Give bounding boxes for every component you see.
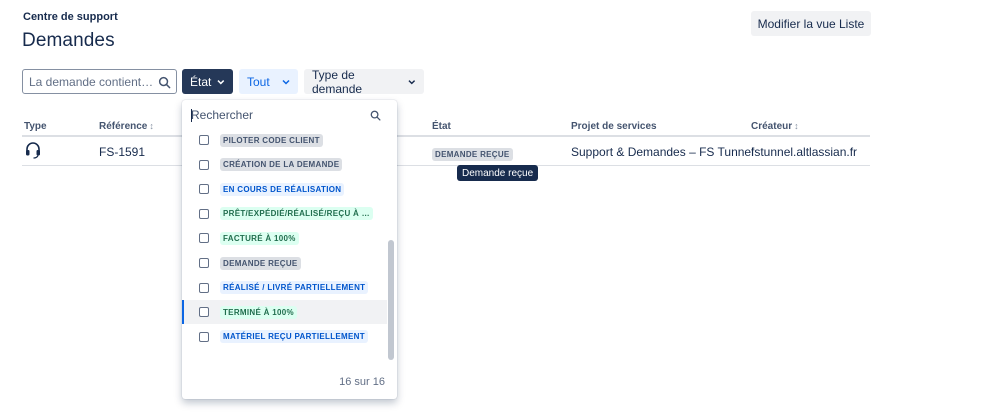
column-header-reference-label: Référence <box>99 121 148 132</box>
request-type-filter-button[interactable]: Type de demande <box>304 67 424 96</box>
table-header: Type Référence ↕ État Projet de services … <box>22 120 870 137</box>
column-header-reference[interactable]: Référence ↕ <box>99 121 154 132</box>
status-option-lozenge: MATÉRIEL REÇU PARTIELLEMENT <box>220 330 368 344</box>
cell-projet: Support & Demandes – FS Tunnel <box>571 145 754 159</box>
status-option[interactable]: PILOTER CODE CLIENT <box>182 128 387 152</box>
status-badge: DEMANDE REÇUE <box>432 146 513 161</box>
status-option[interactable]: CRÉATION DE LA DEMANDE <box>182 153 387 177</box>
status-option-lozenge: PRÊT/EXPÉDIÉ/RÉALISÉ/REÇU À … <box>220 207 373 221</box>
search-icon <box>158 76 171 89</box>
status-option-checkbox[interactable] <box>199 184 209 195</box>
status-option-checkbox[interactable] <box>199 282 209 293</box>
tout-filter-label: Tout <box>247 74 270 89</box>
status-option[interactable]: RÉALISÉ / LIVRÉ PARTIELLEMENT <box>182 276 387 300</box>
text-caret <box>191 109 192 122</box>
status-option-checkbox[interactable] <box>199 307 209 318</box>
cell-createur: fstunnel.altlassian.fr <box>751 145 858 159</box>
status-tooltip: Demande reçue <box>457 165 539 181</box>
request-search-box[interactable] <box>22 69 177 94</box>
column-header-etat: État <box>432 121 451 132</box>
status-option-lozenge: CRÉATION DE LA DEMANDE <box>220 158 343 172</box>
column-header-projet: Projet de services <box>571 121 657 132</box>
status-option-checkbox[interactable] <box>199 208 209 219</box>
status-option-lozenge: PILOTER CODE CLIENT <box>220 133 323 147</box>
status-option[interactable]: FACTURÉ À 100% <box>182 226 387 250</box>
request-search-input[interactable] <box>29 74 154 89</box>
column-header-createur[interactable]: Créateur ↕ <box>751 121 799 132</box>
sort-icon: ↕ <box>794 121 799 131</box>
etat-filter-dropdown: PILOTER CODE CLIENT CRÉATION DE LA DEMAND… <box>182 100 397 399</box>
status-option[interactable]: TERMINÉ À 100% <box>182 300 387 325</box>
sort-icon: ↕ <box>149 121 154 131</box>
cell-reference[interactable]: FS-1591 <box>99 145 145 159</box>
tout-filter-button[interactable]: Tout <box>239 69 298 94</box>
edit-list-view-button[interactable]: Modifier la vue Liste <box>751 11 871 36</box>
status-option-checkbox[interactable] <box>199 135 209 145</box>
etat-filter-label: État <box>190 74 212 89</box>
chevron-down-icon <box>282 79 290 85</box>
status-option[interactable]: DEMANDE REÇUE <box>182 251 387 275</box>
status-option[interactable]: PRÊT/EXPÉDIÉ/RÉALISÉ/REÇU À … <box>182 202 387 226</box>
status-option-checkbox[interactable] <box>199 233 209 244</box>
status-option-checkbox[interactable] <box>199 159 209 170</box>
table-row[interactable]: FS-1591 DEMANDE REÇUE Support & Demandes… <box>22 137 870 166</box>
dropdown-scrollbar[interactable] <box>388 240 394 360</box>
dropdown-search[interactable] <box>182 100 397 130</box>
status-option[interactable]: MATÉRIEL REÇU PARTIELLEMENT <box>182 325 387 349</box>
status-option-lozenge: DEMANDE REÇUE <box>220 256 301 270</box>
search-icon <box>370 110 381 121</box>
column-header-type: Type <box>24 121 47 132</box>
result-count: 16 sur 16 <box>339 376 385 388</box>
status-option[interactable]: EN COURS DE RÉALISATION <box>182 177 387 201</box>
status-option-lozenge: RÉALISÉ / LIVRÉ PARTIELLEMENT <box>220 281 369 295</box>
status-option-checkbox[interactable] <box>199 331 209 342</box>
breadcrumb[interactable]: Centre de support <box>23 11 118 23</box>
etat-filter-button[interactable]: État <box>182 69 233 94</box>
chevron-down-icon <box>217 79 225 84</box>
column-header-createur-label: Créateur <box>751 121 793 132</box>
status-option-lozenge: EN COURS DE RÉALISATION <box>220 182 345 196</box>
status-option-lozenge: TERMINÉ À 100% <box>220 305 297 319</box>
chevron-down-icon <box>408 79 416 84</box>
request-type-filter-label: Type de demande <box>312 67 363 96</box>
status-lozenge: DEMANDE REÇUE <box>432 148 513 161</box>
headset-icon <box>26 142 40 159</box>
status-option-lozenge: FACTURÉ À 100% <box>220 231 299 245</box>
status-option-checkbox[interactable] <box>199 258 209 268</box>
page-title: Demandes <box>22 30 115 51</box>
status-option-list: PILOTER CODE CLIENT CRÉATION DE LA DEMAND… <box>182 128 397 364</box>
dropdown-search-input[interactable] <box>191 108 361 122</box>
